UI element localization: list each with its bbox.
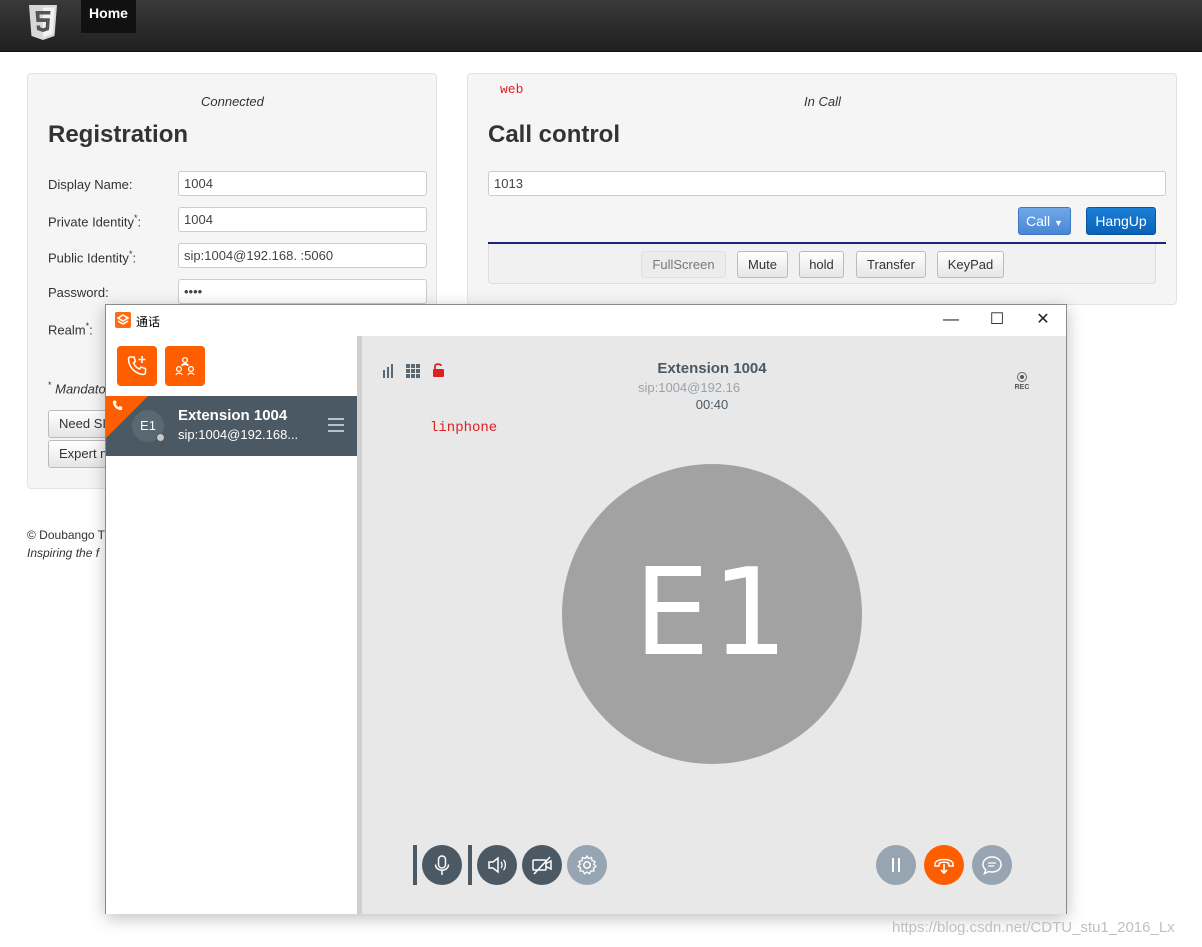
call-status: In Call [804,94,841,109]
call-button-label: Call [1026,213,1051,229]
private-identity-input[interactable]: 1004 [178,207,427,232]
record-button[interactable]: REC [1012,372,1032,391]
presence-status-dot [156,433,165,442]
public-identity-input[interactable]: sip:1004@192.168. :5060 [178,243,427,268]
private-identity-label: Private Identity*: [48,213,142,230]
nav-home-link[interactable]: Home [81,0,136,33]
linphone-app-icon [115,312,131,328]
linphone-call-window: 通话 — ☐ ✕ E1 Extension 1004 sip:1004@192.… [105,304,1067,914]
password-label: Password: [48,285,109,300]
conference-icon [175,356,195,376]
display-name-label: Display Name: [48,177,133,192]
speaker-icon [488,856,507,874]
hold-button[interactable]: hold [799,251,844,278]
speaker-volume-bar[interactable] [468,845,472,885]
mandatory-note: * Mandato [48,380,106,397]
pause-icon [892,858,900,872]
hang-up-button[interactable] [924,845,964,885]
web-annotation: web [500,82,524,97]
window-titlebar: 通话 — ☐ ✕ [106,305,1066,335]
maximize-icon[interactable]: ☐ [974,305,1020,335]
expert-mode-button[interactable]: Expert m [48,440,108,468]
window-title: 通话 [136,315,161,329]
camera-off-icon [532,856,552,875]
password-input[interactable]: •••• [178,279,427,304]
call-duration: 00:40 [695,397,729,412]
need-sip-account-button[interactable]: Need SI [48,410,108,438]
hangup-button[interactable]: HangUp [1086,207,1156,235]
callee-name: Extension 1004 [657,360,767,377]
caret-down-icon: ▼ [1054,218,1063,228]
calls-sidebar: E1 Extension 1004 sip:1004@192.168... [106,336,357,914]
call-view: Extension 1004 sip:1004@192.16 00:40 lin… [362,336,1066,914]
settings-button[interactable] [567,845,607,885]
call-control-title: Call control [488,121,621,148]
html5-logo-icon [29,5,57,40]
hang-up-phone-icon [934,858,954,875]
linphone-annotation: linphone [430,420,498,436]
top-navbar: Home [0,0,1202,52]
phone-add-icon [127,356,147,376]
registration-title: Registration [48,121,189,148]
conference-button[interactable] [165,346,205,386]
microphone-button[interactable] [422,845,462,885]
footer-tagline: Inspiring the f [27,546,100,560]
call-button[interactable]: Call ▼ [1018,207,1071,235]
microphone-icon [434,855,450,875]
camera-button[interactable] [522,845,562,885]
pause-call-button[interactable] [876,845,916,885]
footer-copyright: © Doubango T [27,528,106,542]
mute-button[interactable]: Mute [737,251,788,278]
record-icon [1017,372,1027,382]
call-control-panel: web In Call Call control 1013 Call ▼ Han… [467,73,1177,305]
new-call-button[interactable] [117,346,157,386]
chat-button[interactable] [972,845,1012,885]
phone-number-input[interactable]: 1013 [488,171,1166,196]
csdn-watermark: https://blog.csdn.net/CDTU_stu1_2016_Lx [892,919,1175,936]
contact-address: sip:1004@192.168... [178,427,299,442]
menu-icon[interactable] [328,418,344,436]
minimize-icon[interactable]: — [928,305,974,335]
speaker-button[interactable] [477,845,517,885]
callee-sip-address: sip:1004@192.16 [638,380,741,395]
chat-bubble-icon [982,856,1002,875]
microphone-volume-bar[interactable] [413,845,417,885]
callee-large-avatar: E1 [562,464,862,764]
phone-icon [112,400,123,411]
public-identity-label: Public Identity*: [48,249,137,266]
display-name-input[interactable]: 1004 [178,171,427,196]
record-label: REC [1014,384,1030,391]
fullscreen-button[interactable]: FullScreen [641,251,726,278]
registration-status: Connected [201,94,264,109]
call-toolbar: FullScreen Mute hold Transfer KeyPad [488,244,1156,284]
close-icon[interactable]: ✕ [1020,305,1066,335]
realm-label: Realm*: [48,321,93,338]
keypad-button[interactable]: KeyPad [937,251,1004,278]
active-call-list-item[interactable]: E1 Extension 1004 sip:1004@192.168... [106,396,357,456]
transfer-button[interactable]: Transfer [856,251,926,278]
gear-icon [576,854,598,875]
contact-name: Extension 1004 [178,407,288,424]
